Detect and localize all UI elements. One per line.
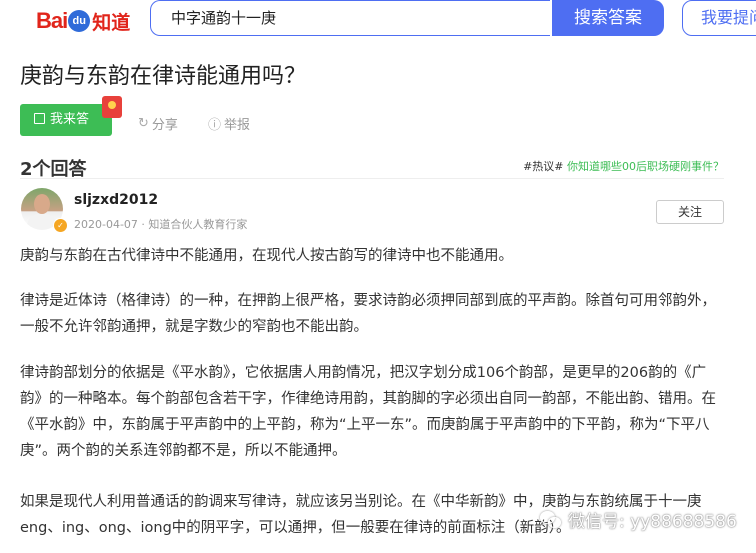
section-divider <box>20 178 724 179</box>
answer-paragraph: 律诗韵部划分的依据是《平水韵》，它依据唐人用韵情况，把汉字划分成106个韵部，是… <box>20 365 716 459</box>
hot-topic-link[interactable]: #热议# 你知道哪些00后职场硬刚事件？ <box>523 158 724 174</box>
answer-button[interactable]: 我来答 <box>20 104 112 136</box>
search-input[interactable]: 中字通韵十一庚 <box>150 0 550 36</box>
answer-paragraph: 庚韵与东韵在古代律诗中不能通用，在现代人按古韵写的律诗中也不能通用。 <box>20 248 513 264</box>
follow-button[interactable]: 关注 <box>656 200 724 224</box>
answer-count-label: 2个回答 <box>20 159 87 180</box>
search-button[interactable]: 搜索答案 <box>552 0 664 36</box>
report-button[interactable]: ⓘ 举报 <box>208 114 250 133</box>
share-icon: ↻ <box>138 116 149 131</box>
edit-icon <box>34 113 45 124</box>
hot-tag: #热议# <box>523 160 564 173</box>
verified-badge-icon: ✓ <box>53 218 68 233</box>
report-label: 举报 <box>224 118 251 133</box>
wechat-icon <box>540 510 562 529</box>
username[interactable]: sljzxd2012 <box>74 192 158 208</box>
ask-question-button[interactable]: 我要提问 <box>682 0 756 36</box>
baidu-zhidao-logo[interactable]: Bai du 知道 <box>36 8 130 34</box>
top-bar: Bai du 知道 中字通韵十一庚 搜索答案 我要提问 <box>0 0 756 42</box>
question-title: 庚韵与东韵在律诗能通用吗？ <box>20 64 307 89</box>
hot-topic-text: 你知道哪些00后职场硬刚事件？ <box>567 160 724 173</box>
answer-button-label: 我来答 <box>50 112 90 127</box>
logo-bai: Bai <box>36 8 68 33</box>
answer-meta: 2020-04-07 · 知道合伙人教育行家 <box>74 218 248 231</box>
answer-paragraph: 律诗是近体诗（格律诗）的一种，在押韵上很严格，要求诗韵必须押同部到底的平声韵。除… <box>20 293 716 335</box>
avatar-head <box>34 194 50 214</box>
share-label: 分享 <box>151 118 178 133</box>
watermark: 微信号: yy88688586 <box>540 507 737 532</box>
report-icon: ⓘ <box>208 118 222 133</box>
watermark-text: 微信号: yy88688586 <box>568 512 737 532</box>
red-packet-icon[interactable] <box>102 96 122 118</box>
logo-paw-icon: du <box>68 10 91 32</box>
share-button[interactable]: ↻ 分享 <box>138 114 178 133</box>
logo-zhidao: 知道 <box>92 11 131 34</box>
